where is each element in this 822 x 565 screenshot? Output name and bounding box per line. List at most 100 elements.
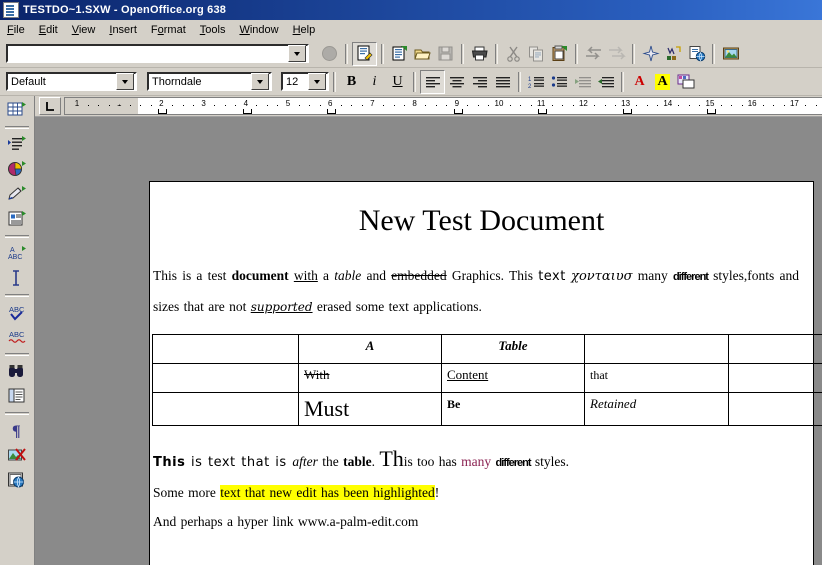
paragraph-style-value[interactable]: Default xyxy=(8,76,116,88)
insert-table-button[interactable] xyxy=(4,98,30,122)
ruler-tick-dot xyxy=(393,105,395,106)
decrease-indent-button[interactable] xyxy=(571,71,594,93)
numbering-button[interactable]: 1 2 xyxy=(525,71,548,93)
increase-indent-button[interactable] xyxy=(594,71,617,93)
tab-stop-selector[interactable] xyxy=(39,97,61,115)
copy-button[interactable] xyxy=(525,43,548,65)
paragraph-style-arrow[interactable] xyxy=(116,73,134,90)
table-cell[interactable] xyxy=(728,362,822,393)
font-color-button[interactable]: A xyxy=(628,71,651,93)
ruler-tab-stop[interactable] xyxy=(453,109,463,114)
new-document-button[interactable] xyxy=(388,43,411,65)
document-table[interactable]: A Table With Content that Must Be Retained xyxy=(152,333,822,426)
table-cell[interactable]: Must xyxy=(298,391,442,426)
undo-button[interactable] xyxy=(582,43,605,65)
align-left-button[interactable] xyxy=(420,69,445,94)
stop-loading-button[interactable] xyxy=(318,43,341,65)
ruler-tab-stop[interactable] xyxy=(327,109,337,114)
menu-window[interactable]: Window xyxy=(232,22,285,38)
bullets-button[interactable] xyxy=(548,71,571,93)
table-cell[interactable] xyxy=(152,362,299,393)
insert-special-char-button[interactable]: A ABC xyxy=(4,241,30,265)
save-button[interactable] xyxy=(434,43,457,65)
font-name-arrow[interactable] xyxy=(251,73,269,90)
url-dropdown-arrow[interactable] xyxy=(288,45,306,62)
table-row[interactable]: A Table xyxy=(152,333,822,364)
paragraph-style-combo[interactable]: Default xyxy=(6,72,137,91)
table-cell[interactable]: Content xyxy=(441,362,585,393)
ruler-tab-stop[interactable] xyxy=(242,109,252,114)
insert-frame-button[interactable] xyxy=(4,207,30,231)
document-canvas[interactable]: New Test Document This is a test documen… xyxy=(35,117,822,565)
background-button[interactable] xyxy=(674,71,697,93)
ruler-tab-stop[interactable] xyxy=(158,109,168,114)
font-size-combo[interactable]: 12 xyxy=(281,72,329,91)
table-row[interactable]: With Content that xyxy=(152,362,822,393)
table-cell[interactable]: A xyxy=(298,333,442,364)
table-cell[interactable] xyxy=(152,333,299,364)
table-cell[interactable] xyxy=(584,333,729,364)
menu-view[interactable]: View xyxy=(65,22,103,38)
table-cell[interactable]: that xyxy=(584,362,729,393)
formatting-marks-button[interactable]: ¶ xyxy=(4,418,30,442)
spellcheck-button[interactable]: ABC xyxy=(4,300,30,324)
font-size-value[interactable]: 12 xyxy=(283,76,308,88)
document-paragraph-3[interactable]: Some more text that new edit has been hi… xyxy=(152,478,799,507)
gallery-button[interactable] xyxy=(662,43,685,65)
print-button[interactable] xyxy=(468,43,491,65)
menu-format[interactable]: Format xyxy=(144,22,193,38)
horizontal-ruler[interactable]: 1 1 2 3 4 5 6 7 8 9 10 11 12 13 14 15 16 17 xyxy=(64,97,822,115)
align-right-button[interactable] xyxy=(468,71,491,93)
ruler-tab-stop[interactable] xyxy=(707,109,716,114)
insert-object-button[interactable] xyxy=(4,157,30,181)
redo-button[interactable] xyxy=(605,43,628,65)
underline-button[interactable]: U xyxy=(386,71,409,93)
table-cell[interactable]: Be xyxy=(441,391,585,426)
cut-button[interactable] xyxy=(502,43,525,65)
italic-button[interactable]: i xyxy=(363,71,386,93)
table-cell[interactable] xyxy=(152,391,299,426)
paste-button[interactable] xyxy=(548,43,571,65)
menu-tools[interactable]: Tools xyxy=(193,22,233,38)
document-paragraph-4[interactable]: And perhaps a hyper link www.a-palm-edit… xyxy=(152,507,799,536)
font-name-combo[interactable]: Thorndale xyxy=(147,72,272,91)
find-and-replace-button[interactable] xyxy=(4,359,30,383)
show-draw-functions-button[interactable] xyxy=(4,182,30,206)
document-page[interactable]: New Test Document This is a test documen… xyxy=(149,181,822,565)
document-paragraph-1[interactable]: This is a test document with a table and… xyxy=(152,261,799,322)
menu-insert[interactable]: Insert xyxy=(102,22,144,38)
bold-button[interactable]: B xyxy=(340,71,363,93)
ruler-first-line-indent[interactable] xyxy=(114,98,125,105)
online-layout-button[interactable] xyxy=(4,468,30,492)
highlight-button[interactable]: A xyxy=(651,71,674,93)
document-paragraph-2[interactable]: This is text that is after the table. Th… xyxy=(152,444,799,478)
ruler-tab-stop[interactable] xyxy=(622,109,632,114)
table-cell[interactable] xyxy=(728,333,822,364)
table-cell[interactable]: With xyxy=(298,362,442,393)
font-name-value[interactable]: Thorndale xyxy=(149,76,251,88)
align-justify-button[interactable] xyxy=(491,71,514,93)
align-center-button[interactable] xyxy=(445,71,468,93)
ruler-left-indent[interactable] xyxy=(114,107,125,114)
page-preview-button[interactable] xyxy=(4,384,30,408)
direct-cursor-button[interactable] xyxy=(4,266,30,290)
table-row[interactable]: Must Be Retained xyxy=(152,391,822,426)
ruler-tab-stop[interactable] xyxy=(538,109,548,114)
menu-edit[interactable]: Edit xyxy=(32,22,65,38)
url-load-field[interactable] xyxy=(6,44,309,63)
edit-file-button[interactable] xyxy=(352,41,377,66)
hyperlink-bar-button[interactable] xyxy=(685,43,708,65)
menu-help[interactable]: Help xyxy=(286,22,323,38)
navigator-button[interactable] xyxy=(639,43,662,65)
table-cell[interactable] xyxy=(728,391,822,426)
table-cell[interactable]: Retained xyxy=(584,391,729,426)
open-button[interactable] xyxy=(411,43,434,65)
insert-fields-button[interactable] xyxy=(4,132,30,156)
table-cell[interactable]: Table xyxy=(441,333,585,364)
menu-file[interactable]: File xyxy=(0,22,32,38)
graphics-off-button[interactable] xyxy=(4,443,30,467)
document-body[interactable]: New Test Document This is a test documen… xyxy=(150,182,822,536)
picture-button[interactable] xyxy=(719,43,742,65)
font-size-arrow[interactable] xyxy=(308,73,326,90)
autospellcheck-button[interactable]: ABC xyxy=(4,325,30,349)
